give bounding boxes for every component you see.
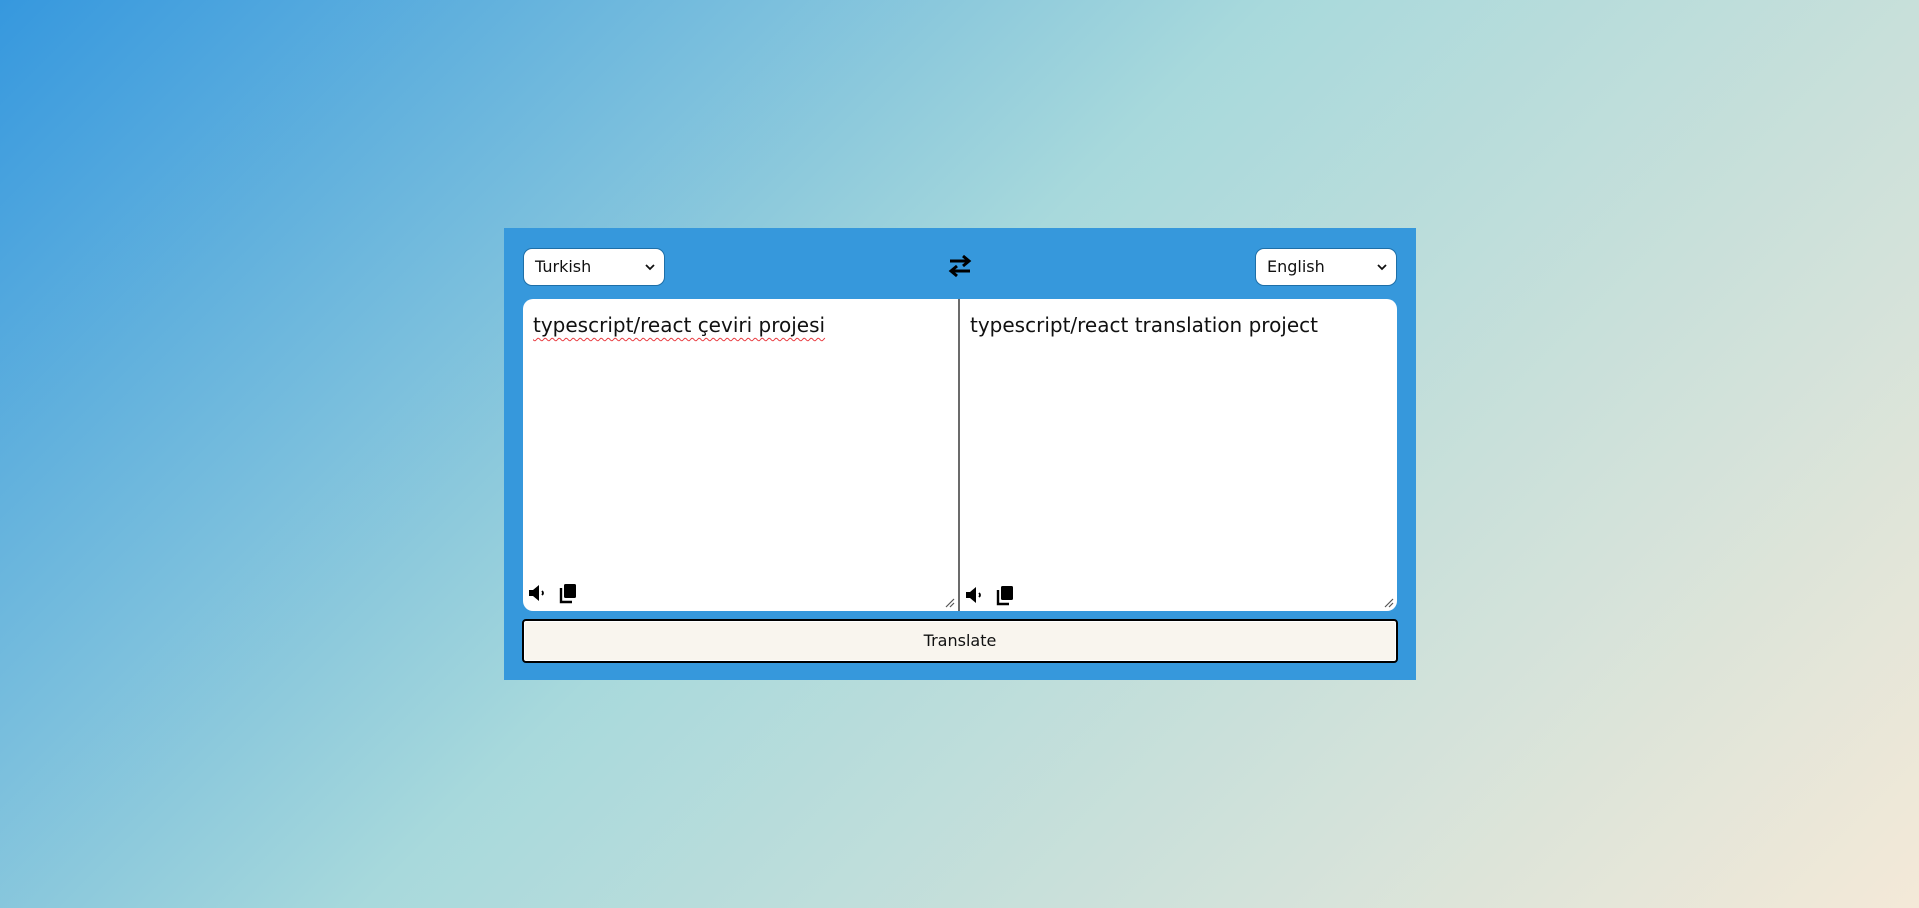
source-pane [523,299,960,611]
target-pane: typescript/react translation project [960,299,1397,611]
translation-panes: typescript/react translation project [523,299,1397,611]
source-text-input[interactable] [533,311,943,531]
target-language-select[interactable]: English [1255,248,1397,286]
chevron-down-icon [645,264,655,271]
translator-panel: Turkish English typescript/react çeviri … [504,228,1416,680]
source-language-select[interactable]: Turkish [523,248,665,286]
source-pane-actions [527,582,579,604]
translate-button[interactable]: Translate [522,619,1398,663]
swap-arrows-icon[interactable] [947,253,973,279]
copy-icon[interactable] [557,582,579,604]
copy-icon[interactable] [994,584,1016,606]
target-pane-actions [964,584,1016,606]
source-language-value: Turkish [535,257,592,276]
speaker-icon[interactable] [527,582,549,604]
resize-handle[interactable] [945,598,955,608]
chevron-down-icon [1377,264,1387,271]
target-language-value: English [1267,257,1325,276]
resize-handle[interactable] [1384,598,1394,608]
speaker-icon[interactable] [964,584,986,606]
target-text-output: typescript/react translation project [970,313,1318,337]
